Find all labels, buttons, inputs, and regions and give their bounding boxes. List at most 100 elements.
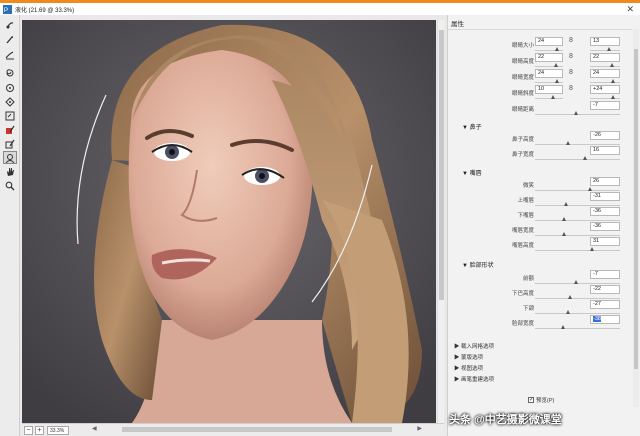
upper-lip-slider[interactable] (535, 202, 620, 206)
slider-knob[interactable] (564, 202, 568, 206)
push-left-icon[interactable] (3, 109, 17, 122)
slider-knob[interactable] (583, 156, 587, 160)
mouth-height-field[interactable]: 31 (590, 237, 620, 246)
eye-size-left-slider[interactable] (535, 47, 563, 51)
image-canvas[interactable] (22, 20, 436, 423)
forward-warp-icon[interactable] (3, 18, 17, 31)
eye-size-right-field[interactable]: 13 (590, 37, 620, 46)
chin-height-slider[interactable] (535, 295, 620, 299)
slider-knob[interactable] (568, 295, 572, 299)
eye-width-left-slider[interactable] (535, 79, 563, 83)
zoom-in-button[interactable]: + (35, 425, 44, 435)
nose-height-slider[interactable] (535, 141, 620, 145)
bloat-icon[interactable] (3, 95, 17, 108)
reconstruct-icon[interactable] (3, 33, 17, 46)
scroll-left-icon[interactable]: ◀ (92, 425, 97, 432)
brush-reconstruct-options[interactable]: ▶ 画笔重建选项 (454, 375, 494, 383)
mouth-width-field[interactable]: -36 (590, 222, 620, 231)
scrollbar-thumb[interactable] (634, 49, 638, 369)
eye-tilt-right-slider[interactable] (590, 95, 620, 99)
jawline-field[interactable]: -27 (590, 300, 620, 309)
mask-options[interactable]: ▶ 蒙版选项 (454, 353, 483, 361)
close-icon[interactable]: ✕ (626, 3, 634, 15)
nose-section[interactable]: ▼ 鼻子 (462, 122, 482, 131)
slider-knob[interactable] (588, 187, 592, 191)
face-tool-icon[interactable] (3, 151, 17, 164)
slider-knob[interactable] (611, 95, 615, 99)
slider-knob[interactable] (607, 47, 611, 51)
slider-knob[interactable] (562, 217, 566, 221)
preview-toggle[interactable]: ✓ 预览(P) (528, 396, 554, 404)
slider-knob[interactable] (551, 95, 555, 99)
face-width-field[interactable]: -38 (590, 315, 620, 324)
slider-knob[interactable] (566, 310, 570, 314)
slider-knob[interactable] (574, 280, 578, 284)
eye-height-left-slider[interactable] (535, 63, 563, 67)
view-options-label: 视图选项 (461, 366, 484, 372)
forehead-field[interactable]: -7 (590, 270, 620, 279)
eye-height-right-slider[interactable] (590, 63, 620, 67)
eye-size-left-field[interactable]: 24 (535, 37, 563, 46)
freeze-mask-icon[interactable] (3, 123, 17, 136)
eye-distance-field[interactable]: -7 (590, 101, 620, 110)
panel-scrollbar[interactable] (633, 29, 639, 407)
upper-lip-field[interactable]: -31 (590, 192, 620, 201)
eye-size-right-slider[interactable] (590, 47, 620, 51)
eye-height-label: 眼睛高度 (511, 59, 534, 65)
zoom-out-button[interactable]: − (24, 425, 33, 435)
pucker-icon[interactable] (3, 81, 17, 94)
link-icon[interactable]: 8 (569, 85, 573, 92)
thaw-mask-icon[interactable] (3, 137, 17, 150)
scroll-right-icon[interactable]: ▶ (417, 425, 422, 432)
eye-height-right-field[interactable]: 22 (590, 53, 620, 62)
eye-tilt-right-field[interactable]: +24 (590, 85, 620, 94)
eye-height-left-field[interactable]: 22 (535, 53, 563, 62)
link-icon[interactable]: 8 (569, 37, 573, 44)
slider-knob[interactable] (561, 325, 565, 329)
canvas-vertical-scrollbar[interactable] (437, 20, 444, 423)
face-width-slider[interactable] (535, 325, 620, 329)
nose-width-slider[interactable] (535, 156, 620, 160)
slider-knob[interactable] (574, 111, 578, 115)
lower-lip-slider[interactable] (535, 217, 620, 221)
canvas-horizontal-scrollbar[interactable]: ◀ ▶ (92, 426, 422, 433)
slider-knob[interactable] (611, 79, 615, 83)
load-mesh-options[interactable]: ▶ 载入网格选项 (454, 342, 494, 350)
nose-width-field[interactable]: 16 (590, 146, 620, 155)
slider-knob[interactable] (610, 63, 614, 67)
zoom-icon[interactable] (3, 179, 17, 192)
slider-knob[interactable] (555, 79, 559, 83)
chin-height-field[interactable]: -22 (590, 285, 620, 294)
eye-distance-slider[interactable] (535, 111, 620, 115)
smile-slider[interactable] (535, 187, 620, 191)
scrollbar-thumb[interactable] (439, 30, 444, 300)
slider-knob[interactable] (590, 247, 594, 251)
smile-field[interactable]: 26 (590, 177, 620, 186)
link-icon[interactable]: 8 (569, 69, 573, 76)
lower-lip-field[interactable]: -36 (590, 207, 620, 216)
slider-knob[interactable] (555, 47, 559, 51)
preview-checkbox[interactable]: ✓ (528, 397, 534, 403)
slider-knob[interactable] (562, 232, 566, 236)
mouth-width-slider[interactable] (535, 232, 620, 236)
nose-height-field[interactable]: -26 (590, 131, 620, 140)
forehead-slider[interactable] (535, 280, 620, 284)
eye-width-right-slider[interactable] (590, 79, 620, 83)
smooth-icon[interactable] (3, 48, 17, 61)
view-options[interactable]: ▶ 视图选项 (454, 364, 483, 372)
zoom-level-field[interactable]: 33.3% (47, 425, 69, 435)
twirl-icon[interactable] (3, 66, 17, 79)
eye-tilt-left-slider[interactable] (535, 95, 563, 99)
slider-knob[interactable] (566, 141, 570, 145)
eye-width-left-field[interactable]: 24 (535, 69, 563, 78)
eye-tilt-left-field[interactable]: 10 (535, 85, 563, 94)
hand-icon[interactable] (3, 165, 17, 178)
slider-knob[interactable] (554, 63, 558, 67)
link-icon[interactable]: 8 (569, 53, 573, 60)
eye-width-right-field[interactable]: 24 (590, 69, 620, 78)
scrollbar-thumb[interactable] (122, 427, 392, 432)
mouth-height-slider[interactable] (535, 247, 620, 251)
face-shape-section[interactable]: ▼ 脸部形状 (462, 260, 494, 269)
jawline-slider[interactable] (535, 310, 620, 314)
mouth-section[interactable]: ▼ 嘴唇 (462, 168, 482, 177)
